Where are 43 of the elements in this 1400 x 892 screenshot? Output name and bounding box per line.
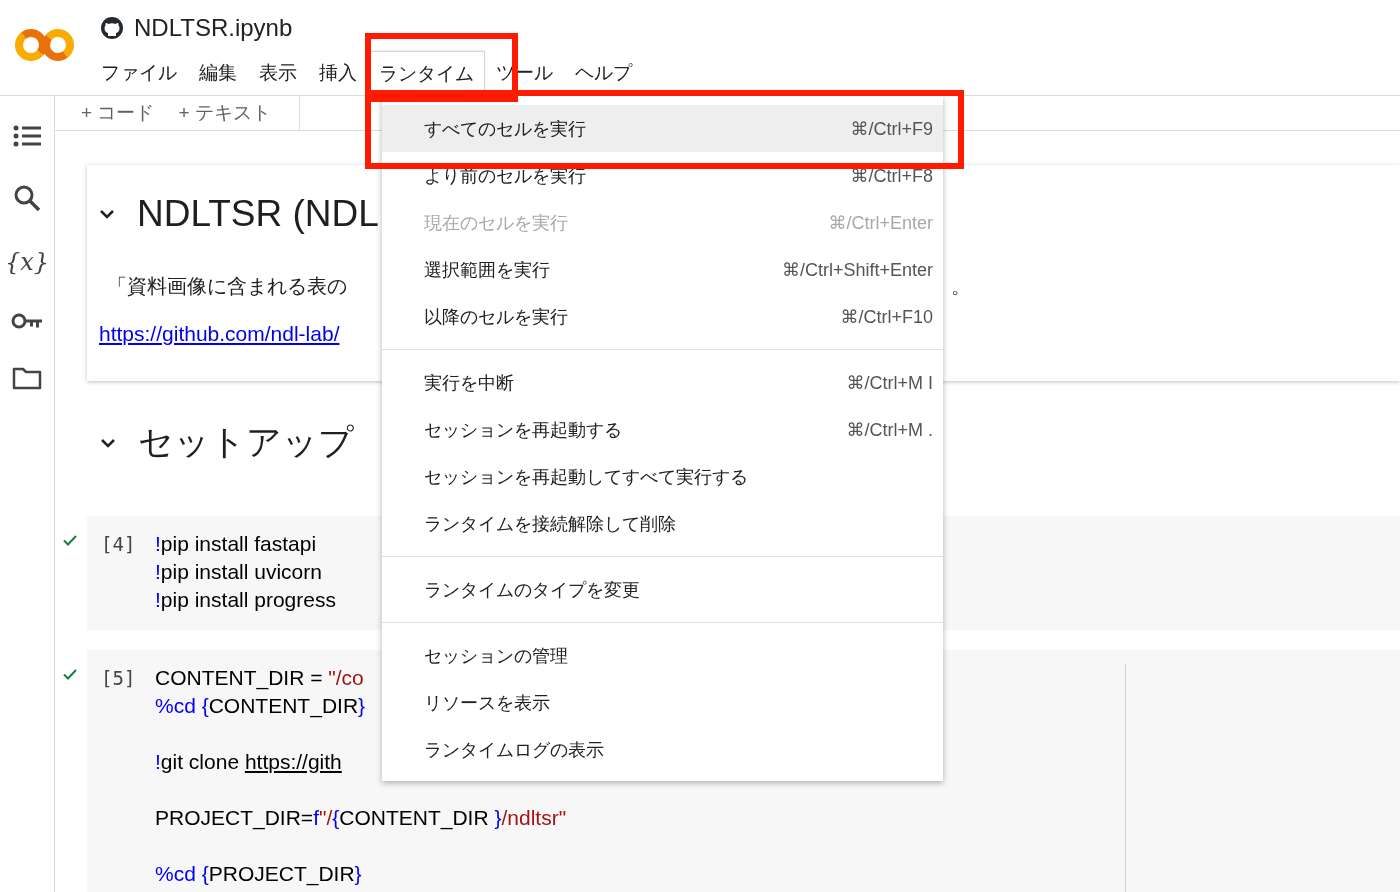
search-icon[interactable] — [13, 184, 41, 212]
menu-option[interactable]: ランタイムのタイプを変更 — [382, 566, 943, 613]
code-line: !pip install progress — [155, 587, 336, 613]
repository-logo-icon[interactable] — [100, 16, 124, 40]
menu-option[interactable]: リソースを表示 — [382, 679, 943, 726]
chevron-down-icon[interactable] — [100, 437, 116, 448]
code-line: CONTENT_DIR = "/co — [155, 665, 364, 692]
menu-option[interactable]: 選択範囲を実行 ⌘/Ctrl+Shift+Enter — [382, 246, 943, 293]
menu-item[interactable]: 編集 — [188, 51, 248, 93]
menu-item[interactable]: ファイル — [90, 51, 188, 93]
code-line: !pip install fastapi — [155, 531, 317, 557]
menu-option[interactable]: 以降のセルを実行 ⌘/Ctrl+F10 — [382, 293, 943, 340]
code-line: PROJECT_DIR=f"/{CONTENT_DIR }/ndltsr" — [155, 805, 567, 832]
code-line: %cd {PROJECT_DIR} — [155, 861, 362, 888]
add-cell-button[interactable]: + コード — [71, 96, 165, 130]
menu-item[interactable]: ランタイム — [368, 51, 485, 93]
menu-option[interactable]: 実行を中断 ⌘/Ctrl+M I — [382, 359, 943, 406]
code-line: !pip install uvicorn — [155, 559, 322, 585]
menu-option[interactable]: ランタイムを接続解除して削除 — [382, 500, 943, 547]
menu-option[interactable]: ランタイムログの表示 — [382, 726, 943, 773]
notebook-title[interactable]: NDLTSR.ipynb — [134, 14, 293, 42]
description-text: 「資料画像に含まれる表の — [106, 274, 347, 299]
add-cell-button[interactable]: + テキスト — [168, 96, 281, 130]
menu-item[interactable]: ヘルプ — [564, 51, 643, 93]
variables-icon[interactable]: {x} — [4, 248, 50, 276]
menu-item[interactable]: 挿入 — [308, 51, 368, 93]
execution-count: [5] — [101, 666, 137, 691]
chevron-down-icon[interactable] — [99, 209, 115, 219]
key-icon[interactable] — [11, 312, 43, 330]
menu-option[interactable]: セッションの管理 — [382, 632, 943, 679]
code-line: %cd {CONTENT_DIR} — [155, 693, 366, 720]
notebook-heading: NDLTSR (NDL — [137, 193, 379, 235]
code-line: !git clone https://gith — [155, 749, 342, 775]
menu-option[interactable]: すべてのセルを実行 ⌘/Ctrl+F9 — [382, 105, 943, 152]
list-icon[interactable] — [13, 124, 41, 148]
execution-count: [4] — [101, 532, 137, 557]
menu-item[interactable]: 表示 — [248, 51, 308, 93]
folder-icon[interactable] — [12, 366, 42, 390]
section-heading: セットアップ — [138, 421, 354, 463]
menu-option[interactable]: セッションを再起動する ⌘/Ctrl+M . — [382, 406, 943, 453]
description-text-end: 。 — [951, 274, 971, 299]
menu-option[interactable]: セッションを再起動してすべて実行する — [382, 453, 943, 500]
repository-link[interactable]: https://github.com/ndl-lab/ — [99, 322, 340, 346]
